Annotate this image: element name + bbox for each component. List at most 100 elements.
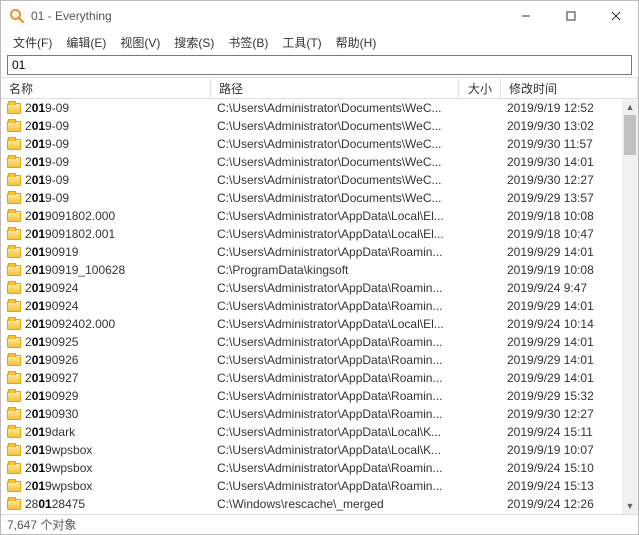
table-row[interactable]: 2019092402.000C:\Users\Administrator\App…	[1, 315, 638, 333]
folder-icon	[7, 139, 21, 150]
row-path: C:\Users\Administrator\AppData\Roamin...	[211, 245, 459, 259]
table-row[interactable]: 2019-09C:\Users\Administrator\Documents\…	[1, 171, 638, 189]
column-headers: 名称 路径 大小 修改时间	[1, 77, 638, 99]
row-date: 2019/9/19 10:07	[501, 443, 638, 457]
folder-icon	[7, 175, 21, 186]
row-name: 2019-09	[25, 173, 69, 187]
row-date: 2019/9/24 12:26	[501, 497, 638, 511]
row-name: 2019dark	[25, 425, 75, 439]
row-name: 20190924	[25, 281, 78, 295]
row-name: 20190919_100628	[25, 263, 125, 277]
row-name: 20190924	[25, 299, 78, 313]
row-date: 2019/9/29 15:32	[501, 389, 638, 403]
row-date: 2019/9/29 14:01	[501, 353, 638, 367]
table-row[interactable]: 2019darkC:\Users\Administrator\AppData\L…	[1, 423, 638, 441]
row-path: C:\Users\Administrator\Documents\WeC...	[211, 155, 459, 169]
table-row[interactable]: 2019-09 C:\Users\Administrator\Documents\…	[1, 153, 638, 171]
folder-icon	[7, 157, 21, 168]
row-path: C:\Users\Administrator\AppData\Local\El.…	[211, 209, 459, 223]
menu-bookmark[interactable]: 书签(B)	[222, 32, 274, 53]
row-name: 2019wpsbox	[25, 443, 92, 457]
folder-icon	[7, 391, 21, 402]
scroll-up-arrow[interactable]: ▲	[622, 99, 638, 115]
folder-icon	[7, 247, 21, 258]
table-row[interactable]: 2019-09C:\Users\Administrator\Documents\…	[1, 117, 638, 135]
search-input[interactable]	[7, 55, 632, 75]
table-row[interactable]: 20190919C:\Users\Administrator\AppData\R…	[1, 243, 638, 261]
row-path: C:\Users\Administrator\AppData\Local\K..…	[211, 443, 459, 457]
table-row[interactable]: 2019wpsboxC:\Users\Administrator\AppData…	[1, 477, 638, 495]
table-row[interactable]: 20190929C:\Users\Administrator\AppData\R…	[1, 387, 638, 405]
row-date: 2019/9/24 9:47	[501, 281, 638, 295]
table-row[interactable]: 2019-09C:\Users\Administrator\Documents\…	[1, 135, 638, 153]
table-row[interactable]: 280128475 C:\Windows\rescache\_merged 2019…	[1, 495, 638, 513]
table-row[interactable]: 20190930C:\Users\Administrator\AppData\R…	[1, 405, 638, 423]
table-row[interactable]: 2019wpsboxC:\Users\Administrator\AppData…	[1, 459, 638, 477]
menu-file[interactable]: 文件(F)	[7, 32, 58, 53]
row-date: 2019/9/30 14:01	[501, 155, 638, 169]
menu-search[interactable]: 搜索(S)	[168, 32, 220, 53]
folder-icon	[7, 337, 21, 348]
menu-view[interactable]: 视图(V)	[114, 32, 166, 53]
folder-icon	[7, 193, 21, 204]
scroll-thumb[interactable]	[624, 115, 636, 155]
row-name: 20190927	[25, 371, 78, 385]
table-row[interactable]: 20190925C:\Users\Administrator\AppData\R…	[1, 333, 638, 351]
header-name[interactable]: 名称	[1, 78, 211, 98]
folder-icon	[7, 301, 21, 312]
table-row[interactable]: 2a619736a8df67fdaf32be8015f70f1eC:\Windo…	[1, 513, 638, 514]
table-row[interactable]: 20190927C:\Users\Administrator\AppData\R…	[1, 369, 638, 387]
vertical-scrollbar[interactable]: ▲ ▼	[622, 99, 638, 514]
folder-icon	[7, 481, 21, 492]
scroll-down-arrow[interactable]: ▼	[622, 498, 638, 514]
scroll-track[interactable]	[622, 115, 638, 498]
row-date: 2019/9/29 14:01	[501, 245, 638, 259]
row-date: 2019/9/24 10:14	[501, 317, 638, 331]
header-size[interactable]: 大小	[459, 78, 501, 98]
row-path: C:\Users\Administrator\AppData\Local\El.…	[211, 227, 459, 241]
folder-icon	[7, 265, 21, 276]
row-date: 2019/9/30 12:27	[501, 173, 638, 187]
header-path[interactable]: 路径	[211, 78, 459, 98]
menu-edit[interactable]: 编辑(E)	[60, 32, 112, 53]
row-date: 2019/9/30 12:27	[501, 407, 638, 421]
minimize-button[interactable]	[503, 1, 548, 31]
menu-help[interactable]: 帮助(H)	[330, 32, 383, 53]
row-path: C:\ProgramData\kingsoft	[211, 263, 459, 277]
table-row[interactable]: 2019091802.001 C:\Users\Administrator\App…	[1, 225, 638, 243]
titlebar: 01 - Everything	[1, 1, 638, 31]
row-path: C:\Users\Administrator\AppData\Roamin...	[211, 353, 459, 367]
table-row[interactable]: 20190919_100628C:\ProgramData\kingsoft20…	[1, 261, 638, 279]
table-row[interactable]: 2019-09C:\Users\Administrator\Documents\…	[1, 189, 638, 207]
row-name: 2019-09	[25, 155, 69, 169]
header-date[interactable]: 修改时间	[501, 78, 638, 98]
table-row[interactable]: 20190926 C:\Users\Administrator\AppData\R…	[1, 351, 638, 369]
row-name: 2019091802.001	[25, 227, 115, 241]
row-date: 2019/9/18 10:47	[501, 227, 638, 241]
row-path: C:\Windows\rescache\_merged	[211, 497, 459, 511]
row-path: C:\Users\Administrator\AppData\Roamin...	[211, 281, 459, 295]
table-row[interactable]: 2019091802.000C:\Users\Administrator\App…	[1, 207, 638, 225]
table-row[interactable]: 2019wpsbox C:\Users\Administrator\AppData…	[1, 441, 638, 459]
row-date: 2019/9/30 11:57	[501, 137, 638, 151]
row-name: 20190926	[25, 353, 78, 367]
results-list: 2019-09 C:\Users\Administrator\Documents\…	[1, 99, 638, 514]
status-bar: 7,647 个对象	[1, 514, 638, 534]
maximize-button[interactable]	[548, 1, 593, 31]
window-title: 01 - Everything	[31, 9, 503, 23]
row-date: 2019/9/24 15:11	[501, 425, 638, 439]
table-row[interactable]: 20190924 C:\Users\Administrator\AppData\R…	[1, 279, 638, 297]
row-date: 2019/9/24 15:10	[501, 461, 638, 475]
close-button[interactable]	[593, 1, 638, 31]
folder-icon	[7, 427, 21, 438]
row-name: 20190930	[25, 407, 78, 421]
status-objects: 7,647 个对象	[7, 516, 76, 533]
table-row[interactable]: 2019-09C:\Users\Administrator\Documents\…	[1, 99, 638, 117]
table-row[interactable]: 20190924C:\Users\Administrator\AppData\R…	[1, 297, 638, 315]
row-name: 280128475	[25, 497, 85, 511]
menu-tool[interactable]: 工具(T)	[276, 32, 327, 53]
row-name: 2019wpsbox	[25, 461, 92, 475]
row-date: 2019/9/29 13:57	[501, 191, 638, 205]
folder-icon	[7, 355, 21, 366]
row-path: C:\Users\Administrator\AppData\Roamin...	[211, 389, 459, 403]
